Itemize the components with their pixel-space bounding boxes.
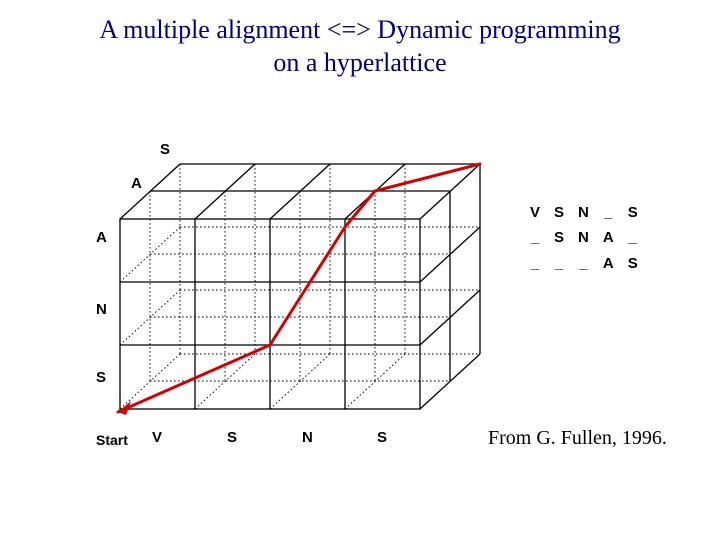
y-axis-label-1: N xyxy=(96,301,107,318)
page-title: A multiple alignment <=> Dynamic program… xyxy=(0,0,720,79)
start-label: Start xyxy=(96,432,128,448)
hyperlattice-svg xyxy=(0,79,720,539)
z-axis-label-bot: A xyxy=(131,175,142,192)
citation: From G. Fullen, 1996. xyxy=(488,427,667,450)
x-axis-label-3: S xyxy=(377,429,387,446)
table-row: _ _ _ A S xyxy=(524,252,644,275)
table-row: V S N _ S xyxy=(524,201,644,224)
alignment-table: V S N _ S _ S N A _ _ _ _ A S xyxy=(522,199,646,277)
title-line-2: on a hyperlattice xyxy=(273,48,446,77)
x-axis-label-0: V xyxy=(152,429,162,446)
x-axis-label-2: N xyxy=(302,429,313,446)
diagram-stage: S A A N S V S N S Start V S N _ S _ S N … xyxy=(0,79,720,539)
title-line-1: A multiple alignment <=> Dynamic program… xyxy=(99,15,620,44)
z-axis-label-top: S xyxy=(160,141,170,158)
y-axis-label-0: A xyxy=(96,229,107,246)
y-axis-label-2: S xyxy=(96,369,106,386)
x-axis-label-1: S xyxy=(227,429,237,446)
table-row: _ S N A _ xyxy=(524,226,644,249)
alignment-block: V S N _ S _ S N A _ _ _ _ A S xyxy=(522,199,646,277)
